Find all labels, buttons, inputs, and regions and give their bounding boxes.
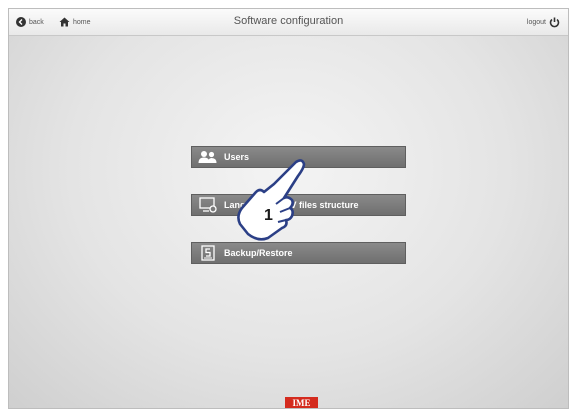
logout-label: logout [526,18,546,26]
backup-icon [198,244,218,262]
pointing-hand-icon: 1 [237,159,306,241]
users-icon [198,148,218,166]
logout-button[interactable]: logout [527,15,560,29]
app-window: back home Software configuration logout [8,8,569,409]
ime-logo: IME [285,397,318,408]
backup-restore-button[interactable]: Backup/Restore [191,242,406,264]
page-title: Software configuration [233,15,344,27]
step-number: 1 [264,207,273,224]
top-bar: back home Software configuration logout [9,9,568,36]
monitor-settings-icon [198,196,218,214]
backup-restore-label: Backup/Restore [224,248,293,258]
power-icon [549,17,560,27]
